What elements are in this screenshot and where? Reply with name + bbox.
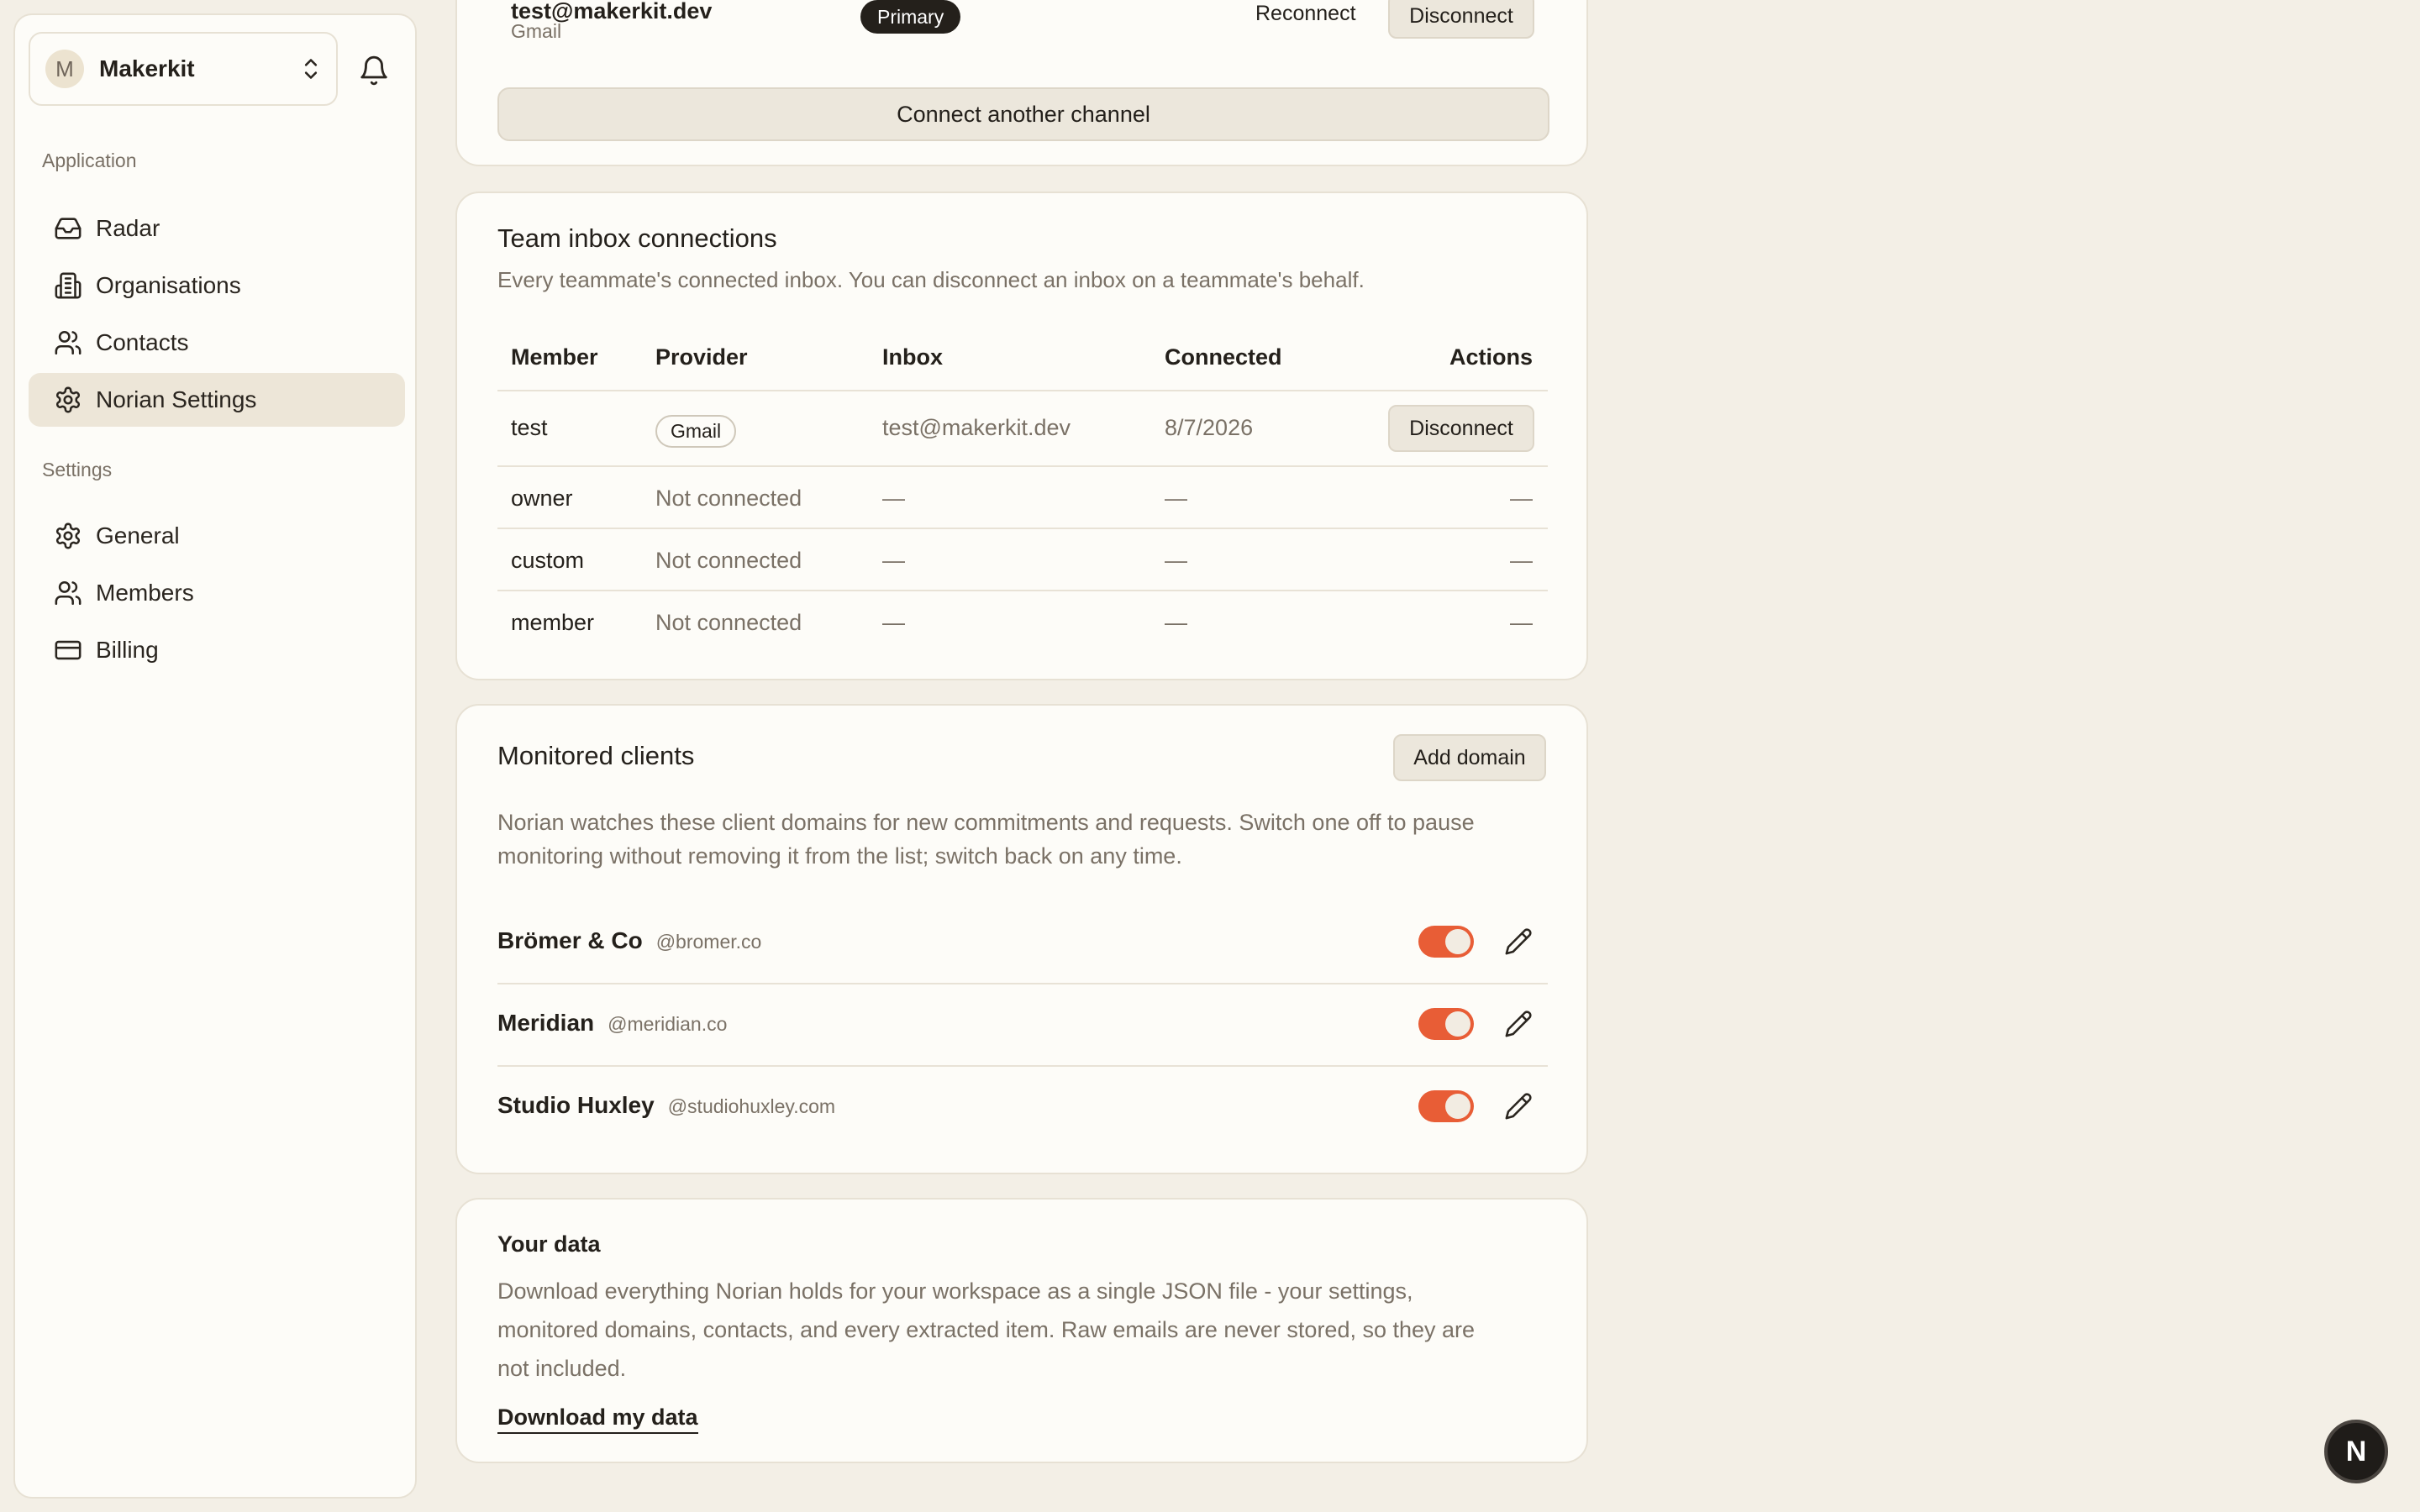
sidebar-item-label: Members bbox=[96, 580, 194, 606]
col-header-inbox: Inbox bbox=[882, 344, 943, 370]
table-cell-provider: Not connected bbox=[655, 610, 802, 635]
workspace-avatar: M bbox=[45, 50, 84, 88]
sidebar-item-label: General bbox=[96, 522, 180, 549]
client-toggle[interactable] bbox=[1418, 1090, 1474, 1122]
table-cell-member: owner bbox=[511, 486, 573, 511]
pencil-icon[interactable] bbox=[1504, 927, 1533, 956]
connect-another-channel-button[interactable]: Connect another channel bbox=[497, 87, 1549, 141]
gear-icon bbox=[55, 522, 81, 549]
sidebar-item-billing[interactable]: Billing bbox=[29, 623, 405, 677]
users-icon bbox=[55, 330, 82, 355]
team-inbox-description: Every teammate's connected inbox. You ca… bbox=[497, 267, 1365, 292]
table-cell-connected: — bbox=[1165, 486, 1187, 511]
team-inbox-card: Team inbox connections Every teammate's … bbox=[455, 192, 1588, 680]
col-header-provider: Provider bbox=[655, 344, 748, 370]
users-icon bbox=[55, 580, 82, 606]
monitored-clients-card: Monitored clients Add domain Norian watc… bbox=[455, 704, 1588, 1174]
your-data-title: Your data bbox=[497, 1231, 601, 1257]
client-toggle[interactable] bbox=[1418, 926, 1474, 958]
reconnect-button[interactable]: Reconnect bbox=[1255, 2, 1356, 26]
next-dev-indicator-button[interactable]: N bbox=[2324, 1420, 2388, 1483]
list-item: Brömer & Co @bromer.co bbox=[497, 927, 761, 954]
client-domain: @meridian.co bbox=[608, 1013, 728, 1035]
table-cell-inbox: — bbox=[882, 486, 905, 511]
channels-card: test@makerkit.dev Gmail Primary Reconnec… bbox=[455, 0, 1588, 166]
table-cell-action: — bbox=[1510, 548, 1533, 573]
list-divider bbox=[497, 1065, 1548, 1067]
table-cell-inbox: test@makerkit.dev bbox=[882, 415, 1071, 440]
provider-badge: Gmail bbox=[655, 415, 737, 448]
table-cell-action: — bbox=[1510, 486, 1533, 511]
sidebar-item-radar[interactable]: Radar bbox=[29, 202, 405, 255]
building-icon bbox=[55, 272, 82, 299]
monitored-clients-title: Monitored clients bbox=[497, 741, 695, 770]
sidebar-item-label: Billing bbox=[96, 637, 159, 663]
pencil-icon[interactable] bbox=[1504, 1010, 1533, 1038]
table-divider bbox=[497, 390, 1548, 391]
sidebar-item-members[interactable]: Members bbox=[29, 566, 405, 620]
gear-icon bbox=[55, 386, 81, 413]
table-divider bbox=[497, 528, 1548, 529]
team-inbox-title: Team inbox connections bbox=[497, 223, 777, 253]
list-item: Meridian @meridian.co bbox=[497, 1010, 727, 1037]
monitored-description-line1: Norian watches these client domains for … bbox=[497, 810, 1475, 835]
client-toggle[interactable] bbox=[1418, 1008, 1474, 1040]
col-header-connected: Connected bbox=[1165, 344, 1282, 370]
channel-provider: Gmail bbox=[511, 20, 562, 42]
your-data-card: Your data Download everything Norian hol… bbox=[455, 1198, 1588, 1463]
credit-card-icon bbox=[55, 640, 82, 660]
table-cell-inbox: — bbox=[882, 548, 905, 573]
client-name: Studio Huxley bbox=[497, 1092, 655, 1118]
your-data-line3: not included. bbox=[497, 1356, 627, 1381]
chevrons-up-down-icon bbox=[304, 59, 318, 79]
workspace-name: Makerkit bbox=[99, 55, 195, 81]
table-cell-member: custom bbox=[511, 548, 585, 573]
table-cell-member: test bbox=[511, 415, 548, 440]
sidebar-item-general[interactable]: General bbox=[29, 509, 405, 563]
table-cell-connected: 8/7/2026 bbox=[1165, 415, 1254, 440]
sidebar-item-label: Contacts bbox=[96, 329, 189, 355]
table-divider bbox=[497, 465, 1548, 467]
bell-icon[interactable] bbox=[358, 54, 390, 87]
sidebar-item-organisations[interactable]: Organisations bbox=[29, 259, 405, 312]
inbox-icon bbox=[55, 218, 82, 239]
disconnect-button[interactable]: Disconnect bbox=[1388, 0, 1534, 39]
col-header-actions: Actions bbox=[1449, 344, 1533, 370]
client-domain: @bromer.co bbox=[655, 931, 762, 953]
sidebar-item-contacts[interactable]: Contacts bbox=[29, 316, 405, 370]
table-divider bbox=[497, 590, 1548, 591]
monitored-description-line2: monitoring without removing it from the … bbox=[497, 843, 1182, 869]
list-item: Studio Huxley @studiohuxley.com bbox=[497, 1092, 835, 1119]
client-domain: @studiohuxley.com bbox=[667, 1095, 836, 1117]
your-data-line1: Download everything Norian holds for you… bbox=[497, 1278, 1413, 1304]
sidebar-item-label: Radar bbox=[96, 215, 160, 241]
your-data-line2: monitored domains, contacts, and every e… bbox=[497, 1317, 1476, 1342]
sidebar-item-label: Organisations bbox=[96, 272, 241, 298]
table-cell-inbox: — bbox=[882, 610, 905, 635]
table-cell-connected: — bbox=[1165, 610, 1187, 635]
table-cell-provider: Not connected bbox=[655, 548, 802, 573]
table-cell-action: — bbox=[1510, 610, 1533, 635]
sidebar: M Makerkit Application Radar Organisatio… bbox=[13, 13, 417, 1499]
sidebar-item-norian-settings[interactable]: Norian Settings bbox=[29, 373, 405, 427]
nav-section-settings: Settings bbox=[42, 459, 113, 480]
add-domain-button[interactable]: Add domain bbox=[1393, 734, 1546, 781]
table-cell-provider: Not connected bbox=[655, 486, 802, 511]
table-cell-connected: — bbox=[1165, 548, 1187, 573]
workspace-switcher[interactable]: M Makerkit bbox=[29, 32, 338, 106]
client-name: Brömer & Co bbox=[497, 927, 643, 953]
table-cell-member: member bbox=[511, 610, 595, 635]
col-header-member: Member bbox=[511, 344, 598, 370]
pencil-icon[interactable] bbox=[1504, 1092, 1533, 1121]
list-divider bbox=[497, 983, 1548, 984]
primary-badge: Primary bbox=[860, 0, 961, 34]
download-my-data-link[interactable]: Download my data bbox=[497, 1404, 698, 1434]
client-name: Meridian bbox=[497, 1010, 595, 1036]
sidebar-item-label: Norian Settings bbox=[96, 386, 257, 412]
nav-section-application: Application bbox=[42, 150, 137, 171]
disconnect-member-button[interactable]: Disconnect bbox=[1388, 405, 1534, 452]
